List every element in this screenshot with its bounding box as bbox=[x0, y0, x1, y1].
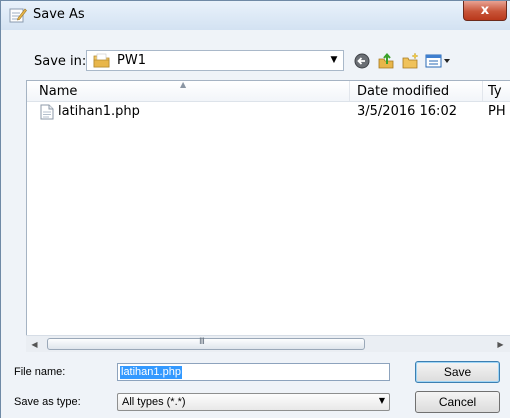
window-title: Save As bbox=[33, 7, 85, 22]
sort-ascending-icon: ▲ bbox=[180, 80, 187, 89]
file-name: latihan1.php bbox=[58, 104, 140, 119]
cancel-button-label: Cancel bbox=[438, 395, 477, 409]
save-button[interactable]: Save bbox=[415, 361, 500, 383]
cancel-button[interactable]: Cancel bbox=[415, 391, 500, 413]
save-as-type-value: All types (*.*) bbox=[122, 396, 186, 408]
folder-icon bbox=[93, 53, 110, 68]
scrollbar-thumb[interactable]: III bbox=[47, 337, 365, 350]
column-divider[interactable] bbox=[482, 81, 483, 101]
save-as-type-label: Save as type: bbox=[14, 396, 81, 408]
views-menu-icon[interactable] bbox=[425, 50, 453, 72]
chevron-down-icon[interactable]: ▼ bbox=[327, 53, 341, 68]
up-folder-icon[interactable] bbox=[375, 50, 397, 72]
save-as-type-dropdown[interactable]: All types (*.*) ▼ bbox=[117, 393, 390, 411]
scroll-right-icon[interactable]: ▶ bbox=[492, 336, 509, 352]
back-icon[interactable] bbox=[351, 50, 373, 72]
new-folder-icon[interactable] bbox=[400, 50, 422, 72]
file-name-label: File name: bbox=[14, 366, 66, 378]
column-divider[interactable] bbox=[349, 81, 350, 101]
file-list[interactable]: Name ▲ Date modified Ty latihan1.php 3/5… bbox=[26, 80, 510, 350]
save-button-label: Save bbox=[443, 365, 472, 379]
file-type: PH bbox=[488, 104, 506, 119]
file-date-modified: 3/5/2016 16:02 bbox=[357, 104, 457, 119]
chevron-down-icon[interactable]: ▼ bbox=[379, 396, 385, 405]
save-in-location-dropdown[interactable]: PW1 ▼ bbox=[86, 50, 344, 71]
save-as-dialog: Save As x Save in: PW1 ▼ Name ▲ Date mod… bbox=[0, 0, 510, 418]
file-name-value: latihan1.php bbox=[120, 366, 182, 379]
close-button[interactable]: x bbox=[463, 1, 507, 21]
scroll-left-icon[interactable]: ◀ bbox=[26, 336, 43, 352]
current-folder-name: PW1 bbox=[117, 53, 146, 68]
list-item[interactable]: latihan1.php 3/5/2016 16:02 PH bbox=[27, 102, 510, 122]
column-header-row: Name ▲ Date modified Ty bbox=[27, 81, 510, 102]
column-header-date-modified[interactable]: Date modified bbox=[357, 84, 449, 99]
horizontal-scrollbar[interactable]: ◀ III ▶ bbox=[26, 335, 510, 352]
close-icon: x bbox=[480, 3, 490, 18]
title-bar[interactable]: Save As x bbox=[1, 1, 510, 30]
scrollbar-grip: III bbox=[199, 337, 205, 347]
column-header-type[interactable]: Ty bbox=[488, 84, 502, 99]
save-in-label: Save in: bbox=[34, 54, 87, 69]
column-header-name[interactable]: Name bbox=[39, 84, 77, 99]
save-as-icon bbox=[9, 7, 27, 23]
php-file-icon bbox=[40, 104, 54, 120]
file-name-input[interactable]: latihan1.php bbox=[117, 363, 390, 381]
